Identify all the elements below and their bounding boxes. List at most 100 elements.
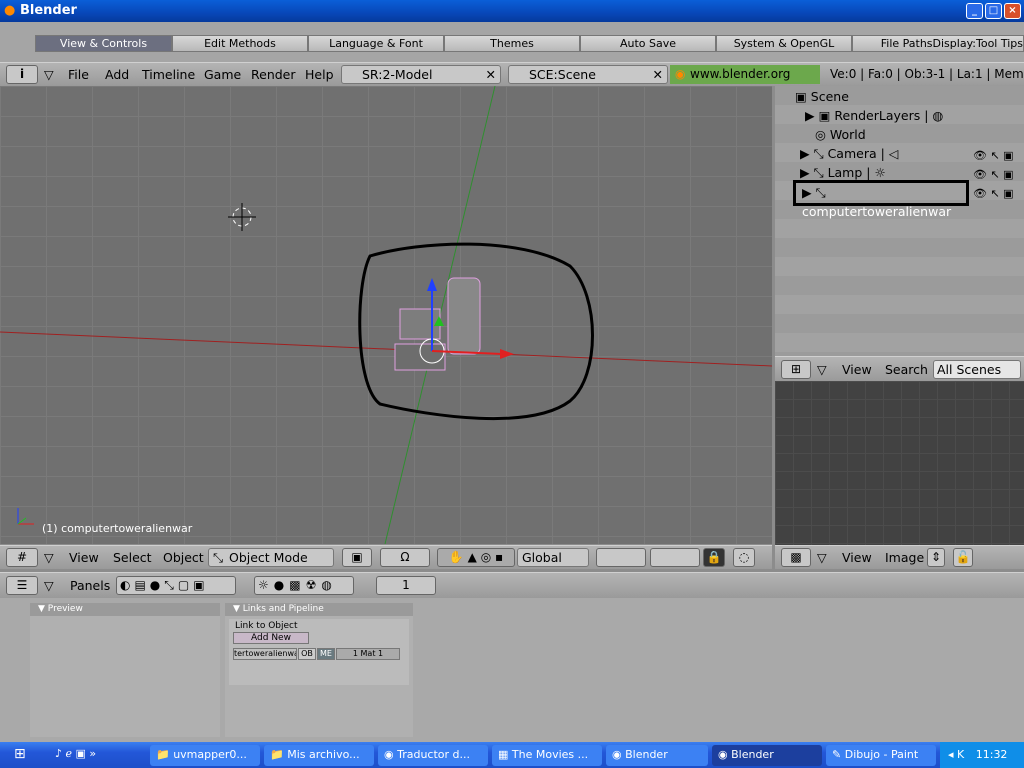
links-title[interactable]: ▼ Links and Pipeline [225, 603, 413, 616]
draw-type-icon[interactable]: ▣ [342, 548, 372, 567]
close-button[interactable]: × [1004, 3, 1021, 19]
image-editor[interactable] [775, 381, 1024, 545]
context-buttons[interactable]: ◐▤●⤡▢▣ [116, 576, 236, 595]
tab-file-paths[interactable]: File PathsDisplay:Tool Tips [852, 35, 1024, 52]
panels-label[interactable]: Panels [70, 578, 110, 593]
layers-buttons[interactable] [596, 548, 646, 567]
task-traductor[interactable]: ◉ Traductor d... [378, 745, 488, 766]
clock: 11:32 [975, 748, 1008, 761]
tab-view-controls[interactable]: View & Controls [35, 35, 172, 52]
tab-language-font[interactable]: Language & Font [308, 35, 444, 52]
screen-selector[interactable]: SR:2-Model ✕ [341, 65, 501, 84]
menu-object[interactable]: Object [163, 550, 204, 565]
object-name-field[interactable]: tertoweralienwar [233, 648, 297, 660]
outliner-item-world[interactable]: ◎ World [815, 125, 866, 144]
quicklaunch-icons[interactable]: ♪ ℯ ▣ » [55, 747, 96, 760]
unlock-icon[interactable]: 🔓 [953, 548, 973, 567]
maximize-button[interactable]: □ [985, 3, 1002, 19]
version-label: ◉www.blender.org 249.2 [670, 65, 820, 100]
mode-selector[interactable]: ⤡ Object Mode [208, 548, 334, 567]
scene-selector[interactable]: SCE:Scene ✕ [508, 65, 668, 84]
menu-add[interactable]: Add [105, 67, 129, 82]
collapse-menu-icon[interactable]: ▽ [44, 578, 54, 593]
blender-logo-icon: ● [4, 3, 16, 18]
collapse-menu-icon[interactable]: ▽ [44, 67, 54, 82]
tab-edit-methods[interactable]: Edit Methods [172, 35, 308, 52]
orientation-selector[interactable]: Global [517, 548, 589, 567]
shading-buttons[interactable]: ☼●▩☢◍ [254, 576, 354, 595]
scene-filter-select[interactable]: All Scenes [933, 360, 1021, 379]
tab-system-opengl[interactable]: System & OpenGL [716, 35, 852, 52]
menu-image[interactable]: Image [885, 550, 924, 565]
pivot-icon[interactable]: Ω [380, 548, 430, 567]
info-icon[interactable]: i [6, 65, 38, 84]
editor-type-grid-icon[interactable]: # [6, 548, 38, 567]
editor-type-buttons-icon[interactable]: ☰ [6, 576, 38, 595]
blender-logo-icon: ◉ [675, 67, 686, 81]
menu-view[interactable]: View [842, 362, 872, 377]
lock-icon[interactable]: 🔒 [703, 548, 725, 567]
screen-name: SR:2-Model [362, 67, 433, 82]
menu-select[interactable]: Select [113, 550, 152, 565]
buttons-window: ☰ ▽ Panels ◐▤●⤡▢▣ ☼●▩☢◍ 1 ▼ Preview ▼ Li… [0, 572, 1024, 742]
active-object-label: (1) computertoweralienwar [42, 522, 193, 535]
task-mis-archivos[interactable]: 📁 Mis archivo... [264, 745, 374, 766]
menu-search[interactable]: Search [885, 362, 928, 377]
buttons-header: ☰ ▽ Panels ◐▤●⤡▢▣ ☼●▩☢◍ 1 [0, 572, 1024, 598]
taskbar: ⊞ ♪ ℯ ▣ » 📁 uvmapper0... 📁 Mis archivo..… [0, 742, 1024, 768]
x-axis-line [0, 331, 772, 367]
editor-type-image-icon[interactable]: ▩ [781, 548, 811, 567]
preview-title[interactable]: ▼ Preview [30, 603, 220, 616]
visibility-icons[interactable]: 👁 ↖ ▣ 👁 ↖ ▣ 👁 ↖ ▣ [973, 146, 1014, 203]
system-tray: ◂ K 11:32 [940, 742, 1024, 768]
task-blender-1[interactable]: ◉ Blender [606, 745, 708, 766]
tab-auto-save[interactable]: Auto Save [580, 35, 716, 52]
3d-cursor-icon [228, 203, 256, 231]
info-header: i ▽ File Add Timeline Game Render Help S… [0, 62, 1024, 100]
menu-game[interactable]: Game [204, 67, 241, 82]
collapse-menu-icon[interactable]: ▽ [44, 550, 54, 565]
menu-timeline[interactable]: Timeline [142, 67, 195, 82]
object-mode-icon: ⤡ [213, 550, 224, 565]
menu-view[interactable]: View [842, 550, 872, 565]
collapse-menu-icon[interactable]: ▽ [817, 550, 827, 565]
outliner-item-scene[interactable]: ▣ Scene [795, 87, 849, 106]
editor-type-outliner-icon[interactable]: ⊞ [781, 360, 811, 379]
frame-field[interactable]: 1 [376, 576, 436, 595]
menu-view[interactable]: View [69, 550, 99, 565]
start-windows-icon[interactable]: ⊞ [14, 746, 26, 762]
close-icon[interactable]: ✕ [653, 66, 663, 83]
snap-icon[interactable]: ◌ [733, 548, 755, 567]
task-blender-2[interactable]: ◉ Blender [712, 745, 822, 766]
outliner: ▣ Scene ▶ ▣ RenderLayers | ◍ ◎ World ▶ ⤡… [775, 86, 1024, 356]
preferences-area: View & Controls Edit Methods Language & … [0, 22, 1024, 62]
add-new-button[interactable]: Add New [233, 632, 309, 644]
scene-name: SCE:Scene [529, 67, 596, 82]
close-icon[interactable]: ✕ [486, 66, 496, 83]
image-browse-icon[interactable]: ⇕ [927, 548, 945, 567]
menu-help[interactable]: Help [305, 67, 334, 82]
collapse-menu-icon[interactable]: ▽ [817, 362, 827, 377]
outliner-item-computer[interactable]: ▶ ⤡ computertoweralienwar [793, 180, 969, 219]
menu-file[interactable]: File [68, 67, 89, 82]
links-panel: ▼ Links and Pipeline Link to Object Add … [225, 603, 413, 737]
outliner-item-camera[interactable]: ▶ ⤡ Camera | ◁ [800, 144, 898, 163]
task-uvmapper[interactable]: 📁 uvmapper0... [150, 745, 260, 766]
links-content: Link to Object Add New tertoweralienwar … [229, 619, 409, 685]
task-the-movies[interactable]: ▦ The Movies ... [492, 745, 602, 766]
window-title: Blender [20, 3, 77, 18]
manipulator-icons[interactable]: ✋ ▲ ◎ ▪ [437, 548, 515, 567]
me-toggle[interactable]: ME [317, 648, 335, 660]
ob-toggle[interactable]: OB [298, 648, 316, 660]
title-bar: ● Blender _ □ × [0, 0, 1024, 22]
minimize-button[interactable]: _ [966, 3, 983, 19]
layers-buttons-2[interactable] [650, 548, 700, 567]
tab-themes[interactable]: Themes [444, 35, 580, 52]
material-index-field[interactable]: 1 Mat 1 [336, 648, 400, 660]
outliner-item-renderlayers[interactable]: ▶ ▣ RenderLayers | ◍ [805, 106, 943, 125]
computer-object [394, 277, 514, 371]
3d-viewport[interactable]: (1) computertoweralienwar [0, 86, 772, 544]
outliner-header: ⊞ ▽ View Search All Scenes [775, 356, 1024, 381]
menu-render[interactable]: Render [251, 67, 296, 82]
task-paint[interactable]: ✎ Dibujo - Paint [826, 745, 936, 766]
